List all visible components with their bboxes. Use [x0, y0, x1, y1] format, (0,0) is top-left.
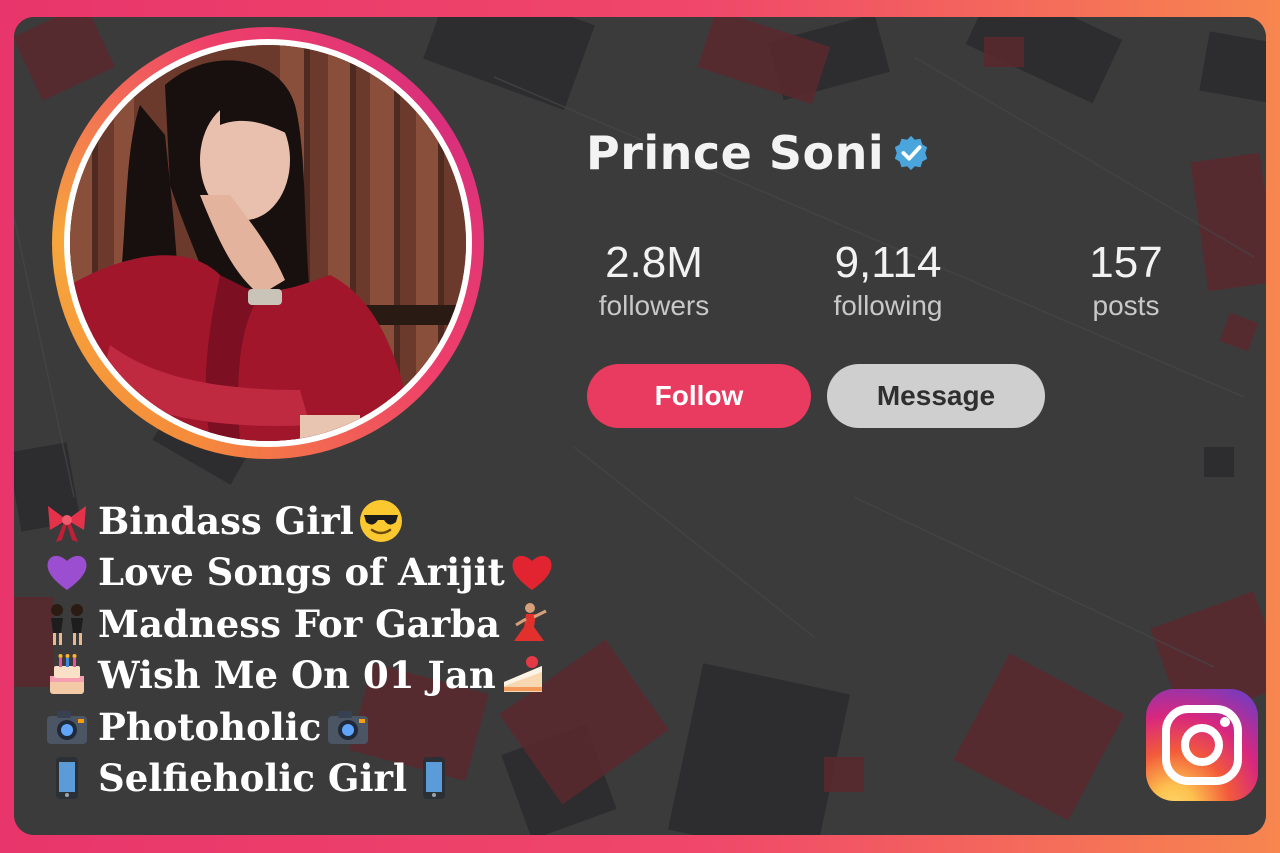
- stat-posts[interactable]: 157 posts: [1064, 240, 1188, 326]
- bio-line: Wish Me On 01 Jan: [44, 650, 555, 702]
- followers-label: followers: [598, 290, 710, 321]
- red-heart-icon: [512, 556, 552, 591]
- purple-heart-icon: [47, 556, 87, 591]
- mobile-phone-icon: [56, 757, 78, 800]
- profile-photo: [70, 45, 466, 441]
- bio-text: Wish Me On 01 Jan: [98, 653, 496, 698]
- dancer-icon: [514, 602, 547, 641]
- profile-name-row: Prince Soni: [586, 123, 930, 183]
- profile-name: Prince Soni: [586, 126, 885, 180]
- birthday-cake-icon: [50, 654, 84, 695]
- message-button[interactable]: Message: [827, 364, 1045, 428]
- avatar-ring[interactable]: [52, 27, 484, 459]
- bio-line: Bindass Girl: [44, 495, 555, 547]
- following-label: following: [833, 290, 943, 321]
- bio-line: Photoholic: [44, 701, 555, 753]
- bio-text: Bindass Girl: [98, 498, 354, 543]
- followers-count: 2.8M: [605, 238, 703, 287]
- posts-count: 157: [1089, 238, 1163, 287]
- bio-text: Selfieholic Girl: [98, 756, 408, 801]
- instagram-icon[interactable]: [1144, 687, 1260, 803]
- camera-icon: [328, 710, 369, 744]
- cake-slice-icon: [503, 656, 542, 693]
- avatar-border: [64, 39, 472, 447]
- bio-line: Love Songs of Arijit: [44, 547, 555, 599]
- dancers-icon: [51, 603, 83, 645]
- camera-icon: [47, 710, 87, 744]
- stat-following[interactable]: 9,114 following: [814, 240, 962, 326]
- bio-line: Madness For Garba: [44, 598, 555, 650]
- profile-card: Prince Soni 2.8M followers 9,114 followi…: [14, 17, 1266, 835]
- following-count: 9,114: [834, 238, 942, 287]
- bio-text: Madness For Garba: [98, 601, 500, 646]
- bio-text: Photoholic: [98, 704, 322, 749]
- stat-followers[interactable]: 2.8M followers: [580, 240, 728, 326]
- mobile-phone-icon: [423, 757, 446, 800]
- bio: Bindass Girl Love Songs of Arijit Madnes…: [44, 495, 555, 804]
- verified-badge-icon: [895, 135, 928, 171]
- sunglasses-face-icon: [359, 499, 402, 542]
- ribbon-icon: [48, 505, 86, 542]
- bio-text: Love Songs of Arijit: [98, 550, 505, 595]
- bio-line: Selfieholic Girl: [44, 753, 555, 805]
- avatar[interactable]: [70, 45, 466, 441]
- follow-button[interactable]: Follow: [587, 364, 811, 428]
- posts-label: posts: [1092, 290, 1160, 321]
